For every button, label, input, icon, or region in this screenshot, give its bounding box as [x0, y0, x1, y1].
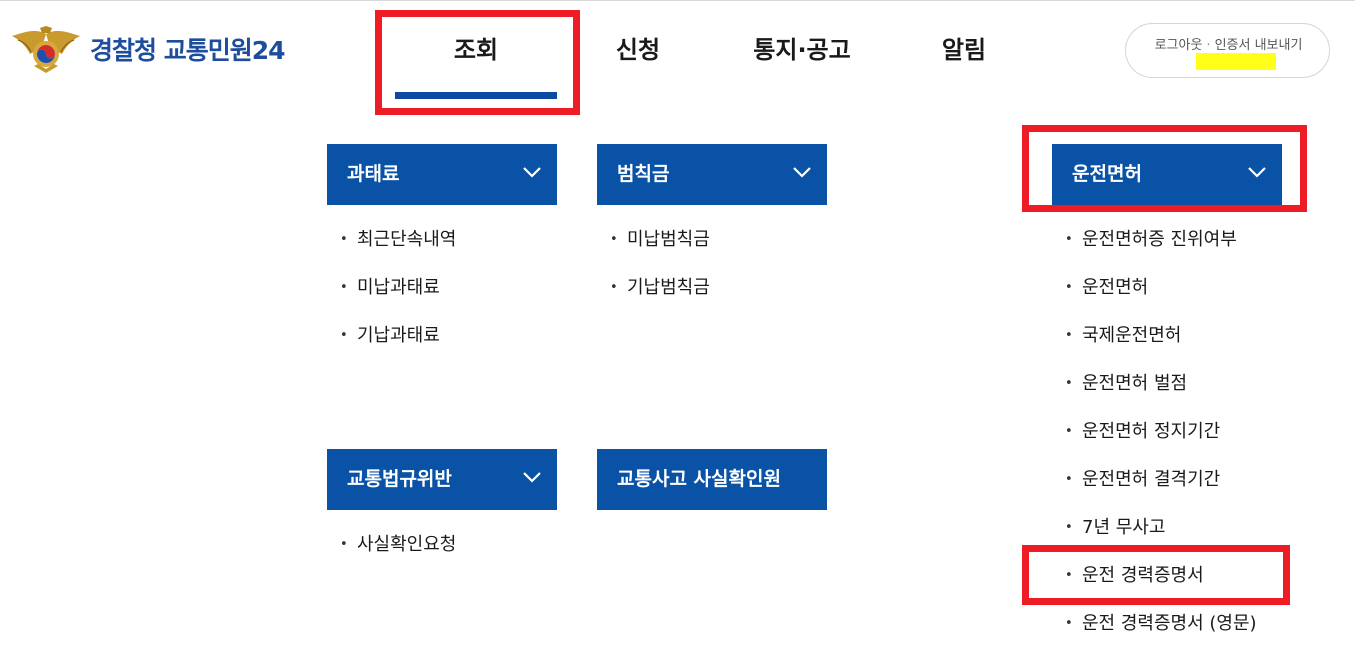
- submenu-fine: 최근단속내역 미납과태료 기납과태료: [340, 228, 456, 372]
- user-panel: 로그아웃 · 인증서 내보내기: [1125, 23, 1330, 78]
- nav-active-indicator: [395, 92, 557, 99]
- submenu-item-license-points[interactable]: 운전면허 벌점: [1065, 372, 1257, 420]
- submenu-item-driving-record-certificate[interactable]: 운전 경력증명서: [1065, 564, 1257, 612]
- menu-header-license[interactable]: 운전면허: [1052, 144, 1282, 205]
- submenu-license: 운전면허증 진위여부 운전면허 국제운전면허 운전면허 벌점 운전면허 정지기간…: [1065, 228, 1257, 660]
- user-links-separator: ·: [1206, 38, 1211, 53]
- submenu-item-recent-violations[interactable]: 최근단속내역: [340, 228, 456, 276]
- top-border: [0, 0, 1355, 1]
- submenu-item-unpaid-fines[interactable]: 미납과태료: [340, 276, 456, 324]
- submenu-penalty: 미납범칙금 기납범칙금: [610, 228, 710, 324]
- logout-link[interactable]: 로그아웃: [1155, 38, 1203, 53]
- submenu-item-unpaid-penalty[interactable]: 미납범칙금: [610, 228, 710, 276]
- menu-header-accident-certificate-label: 교통사고 사실확인원: [617, 468, 781, 490]
- site-title: 경찰청 교통민원24: [90, 35, 285, 65]
- submenu-item-driving-record-certificate-english[interactable]: 운전 경력증명서 (영문): [1065, 612, 1257, 660]
- submenu-item-suspension-period[interactable]: 운전면허 정지기간: [1065, 420, 1257, 468]
- menu-header-accident-certificate[interactable]: 교통사고 사실확인원: [597, 449, 827, 510]
- menu-header-fine[interactable]: 과태료: [327, 144, 557, 205]
- submenu-item-license-authenticity[interactable]: 운전면허증 진위여부: [1065, 228, 1257, 276]
- menu-header-violation-label: 교통법규위반: [347, 468, 452, 490]
- certificate-export-link[interactable]: 인증서 내보내기: [1215, 38, 1303, 53]
- chevron-down-icon: [523, 472, 541, 483]
- submenu-item-fact-check-request[interactable]: 사실확인요청: [340, 533, 456, 581]
- chevron-down-icon: [1248, 167, 1266, 178]
- menu-header-fine-label: 과태료: [347, 163, 400, 185]
- menu-header-license-label: 운전면허: [1072, 163, 1142, 185]
- menu-header-penalty[interactable]: 범칙금: [597, 144, 827, 205]
- nav-inquiry[interactable]: 조회: [395, 34, 557, 66]
- submenu-item-international-license[interactable]: 국제운전면허: [1065, 324, 1257, 372]
- nav-notice[interactable]: 통지·공고: [738, 34, 866, 66]
- site-logo[interactable]: 경찰청 교통민원24: [10, 26, 285, 74]
- submenu-item-paid-penalty[interactable]: 기납범칙금: [610, 276, 710, 324]
- nav-alerts[interactable]: 알림: [925, 34, 1003, 66]
- submenu-item-seven-year-no-accident[interactable]: 7년 무사고: [1065, 516, 1257, 564]
- menu-header-violation[interactable]: 교통법규위반: [327, 449, 557, 510]
- nav-application[interactable]: 신청: [598, 34, 678, 66]
- police-emblem-icon: [12, 26, 80, 73]
- menu-header-penalty-label: 범칙금: [617, 163, 670, 185]
- chevron-down-icon: [793, 167, 811, 178]
- submenu-item-disqualification-period[interactable]: 운전면허 결격기간: [1065, 468, 1257, 516]
- chevron-down-icon: [523, 167, 541, 178]
- user-name-highlight: [1196, 53, 1276, 70]
- submenu-item-paid-fines[interactable]: 기납과태료: [340, 324, 456, 372]
- user-links: 로그아웃 · 인증서 내보내기: [1126, 34, 1331, 53]
- submenu-item-license[interactable]: 운전면허: [1065, 276, 1257, 324]
- submenu-violation: 사실확인요청: [340, 533, 456, 581]
